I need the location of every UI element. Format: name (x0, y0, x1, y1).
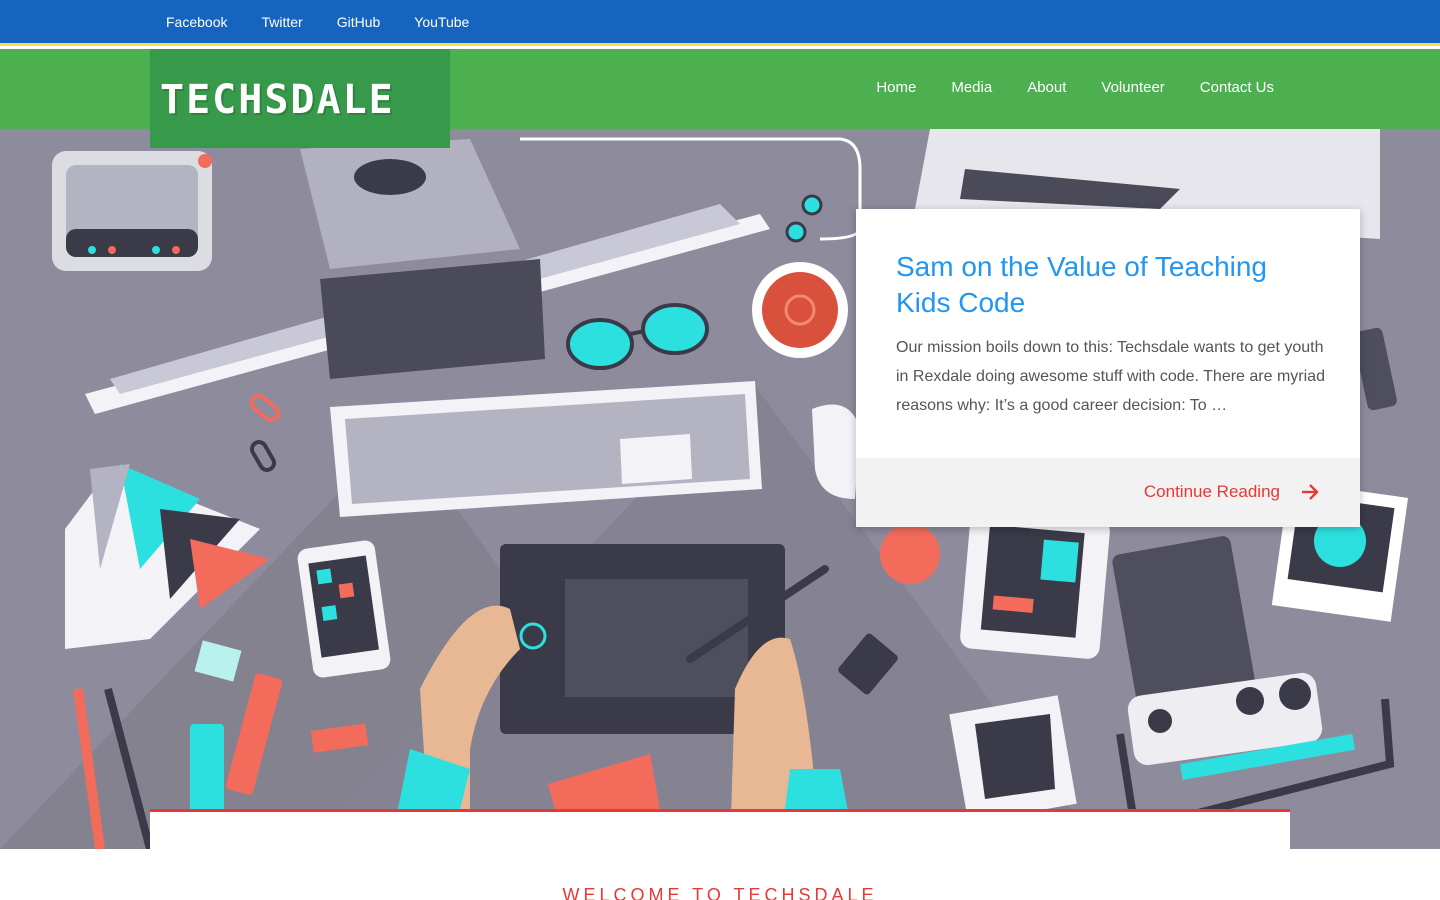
social-item-youtube: YouTube (414, 14, 469, 30)
post-title[interactable]: Sam on the Value of Teaching Kids Code (896, 249, 1326, 321)
social-item-github: GitHub (337, 14, 381, 30)
coffee-cup-icon (752, 262, 848, 358)
nav-link-contact-us[interactable]: Contact Us (1200, 79, 1274, 96)
facebook-link[interactable]: Facebook (166, 14, 227, 30)
main-nav: Home Media About Volunteer Contact Us (841, 79, 1274, 96)
nav-item-volunteer: Volunteer (1101, 79, 1164, 96)
nav-item-home: Home (876, 79, 916, 96)
nav-item-contact: Contact Us (1200, 79, 1274, 96)
youtube-link[interactable]: YouTube (414, 14, 469, 30)
continue-reading-link[interactable]: Continue Reading (1144, 482, 1280, 502)
twitter-link[interactable]: Twitter (261, 14, 302, 30)
nav-link-home[interactable]: Home (876, 79, 916, 96)
social-item-twitter: Twitter (261, 14, 302, 30)
social-bar: Facebook Twitter GitHub YouTube (0, 0, 1440, 46)
social-links: Facebook Twitter GitHub YouTube (166, 14, 503, 30)
nav-item-about: About (1027, 79, 1066, 96)
nav-item-media: Media (951, 79, 992, 96)
tablet-icon (960, 509, 1110, 659)
social-item-facebook: Facebook (166, 14, 227, 30)
post-card-footer: Continue Reading (856, 458, 1360, 527)
site-logo[interactable]: TECHSDALE (150, 49, 450, 148)
post-excerpt: Our mission boils down to this: Techsdal… (896, 339, 1325, 414)
github-link[interactable]: GitHub (337, 14, 381, 30)
arrow-right-icon[interactable] (1300, 483, 1320, 501)
router-icon (52, 151, 212, 271)
logo-text: TECHSDALE (160, 77, 395, 123)
nav-link-volunteer[interactable]: Volunteer (1101, 79, 1164, 96)
featured-post-card: Sam on the Value of Teaching Kids Code O… (856, 209, 1360, 527)
welcome-heading: WELCOME TO TECHSDALE (562, 885, 878, 900)
nav-link-about[interactable]: About (1027, 79, 1066, 96)
nav-link-media[interactable]: Media (951, 79, 992, 96)
sunglasses-icon (566, 303, 709, 370)
